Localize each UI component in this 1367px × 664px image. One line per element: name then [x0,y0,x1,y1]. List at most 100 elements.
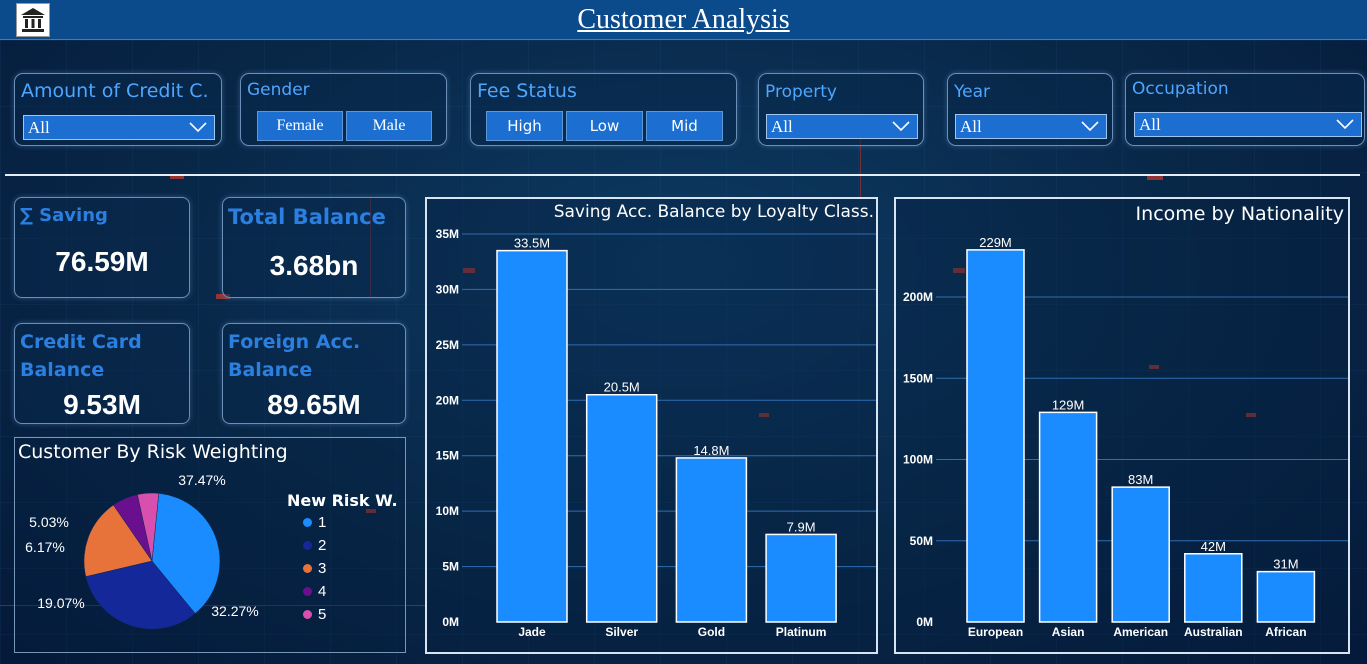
x-tick-label: Jade [518,625,546,639]
income-by-nationality-panel: Income by Nationality 0M 50M 100M 150M 200M 2… [894,197,1350,654]
x-tick-label: European [968,625,1023,639]
saving-bar-chart: 0M 5M 10M 15M 20M 25M 30M 35M 33.5M Jade 20.5M Silv… [436,227,876,639]
fee-status-slicer: Fee Status High Low Mid [470,73,737,146]
year-slicer: Year All [947,73,1113,146]
legend-dot-icon [303,518,312,527]
bar-american[interactable] [1111,486,1170,623]
y-tick-label: 30M [436,282,459,296]
risk-weighting-panel: Customer By Risk Weighting 37.47% 32.27% 1… [14,437,406,653]
saving-by-loyalty-panel: Saving Acc. Balance by Loyalty Class. 0M… [425,197,878,654]
credit-amount-slicer: Amount of Credit C. All [14,73,222,146]
property-slicer: Property All [758,73,924,146]
card-label: Foreign Acc. Balance [228,331,361,381]
legend-label: 3 [318,560,327,577]
gender-option-female[interactable]: Female [257,111,343,141]
pie-data-label: 37.47% [178,472,225,488]
legend-item-3[interactable]: 3 [303,560,326,577]
x-tick-label: African [1265,625,1306,639]
pie-data-label: 19.07% [37,595,84,611]
y-tick-label: 0M [916,615,933,629]
card-label: Total Balance [228,205,386,229]
card-label: Credit Card Balance [20,331,142,381]
fee-option-low[interactable]: Low [566,111,643,141]
x-tick-label: Gold [698,625,725,639]
y-tick-label: 200M [903,290,933,304]
x-tick-label: Australian [1184,625,1243,639]
bar-data-label: 20.5M [604,380,640,395]
y-tick-label: 10M [436,504,459,518]
card-value: 3.68bn [269,250,359,281]
slicer-label: Amount of Credit C. [21,80,209,102]
bar-african[interactable] [1256,570,1316,623]
bar-data-label: 7.9M [787,519,816,534]
y-tick-label: 50M [910,534,933,548]
bar-australian[interactable] [1184,553,1243,623]
card-value: 76.59M [55,246,149,277]
y-tick-label: 5M [442,560,459,574]
legend-item-5[interactable]: 5 [303,606,326,623]
header-bar: Customer Analysis [0,0,1367,40]
slicer-label: Gender [247,80,310,100]
pie-chart: 37.47% 32.27% 19.07% 6.17% 5.03% [25,472,259,630]
legend-dot-icon [303,610,312,619]
fee-option-mid[interactable]: Mid [646,111,723,141]
card-value: 9.53M [63,389,141,420]
bar-platinum[interactable] [765,533,837,623]
bar-data-label: 33.5M [514,236,550,251]
card-value: 89.65M [267,389,361,420]
y-tick-label: 100M [903,453,933,467]
pie-data-label: 5.03% [29,514,69,530]
legend-dot-icon [303,587,312,596]
chevron-down-icon [1080,117,1100,141]
dropdown-value: All [960,117,982,136]
foreign-balance-card: Foreign Acc. Balance 89.65M [222,323,406,424]
section-divider [5,174,1360,176]
credit-amount-dropdown[interactable]: All [23,115,215,140]
legend-item-2[interactable]: 2 [303,537,326,554]
bar-data-label: 42M [1201,539,1226,554]
legend-item-4[interactable]: 4 [303,583,326,600]
x-tick-label: Platinum [776,625,827,639]
y-tick-label: 0M [442,615,459,629]
legend-label: 5 [318,606,327,623]
slicer-label: Property [765,82,837,102]
page-title: Customer Analysis [577,4,790,35]
x-tick-label: Silver [605,625,638,639]
bar-jade[interactable] [496,249,568,623]
dropdown-value: All [771,117,793,136]
property-dropdown[interactable]: All [766,114,918,139]
bar-data-label: 83M [1128,472,1153,487]
chevron-down-icon [188,118,208,142]
pie-data-label: 32.27% [211,603,258,619]
fee-option-high[interactable]: High [486,111,563,141]
legend-item-1[interactable]: 1 [303,514,326,531]
credit-card-balance-card: Credit Card Balance 9.53M [14,323,190,424]
gender-option-male[interactable]: Male [346,111,432,141]
bar-silver[interactable] [585,393,658,623]
occupation-slicer: Occupation All [1125,73,1365,146]
bar-european[interactable] [966,249,1025,623]
legend-label: 4 [318,583,327,600]
slicer-label: Fee Status [477,80,577,102]
y-tick-label: 15M [436,449,459,463]
slicer-label: Occupation [1132,79,1229,99]
legend-title: New Risk W. [287,491,398,510]
x-tick-label: Asian [1052,625,1085,639]
bar-asian[interactable] [1038,411,1098,623]
card-label: ∑ Saving [20,205,108,226]
chevron-down-icon [891,117,911,141]
year-dropdown[interactable]: All [955,114,1107,139]
dropdown-value: All [1139,115,1161,134]
income-bar-chart: 0M 50M 100M 150M 200M 229M European 129M Asian 83… [903,235,1348,639]
chevron-down-icon [1335,115,1355,139]
x-tick-label: American [1113,625,1168,639]
total-balance-card: Total Balance 3.68bn [222,197,406,298]
pie-data-label: 6.17% [25,539,65,555]
legend-label: 2 [318,537,327,554]
slicer-label: Year [954,82,990,102]
decoration-line [860,138,861,198]
occupation-dropdown[interactable]: All [1134,112,1362,137]
gender-slicer: Gender Female Male [240,73,447,146]
bar-gold[interactable] [675,457,748,623]
dropdown-value: All [28,118,50,137]
